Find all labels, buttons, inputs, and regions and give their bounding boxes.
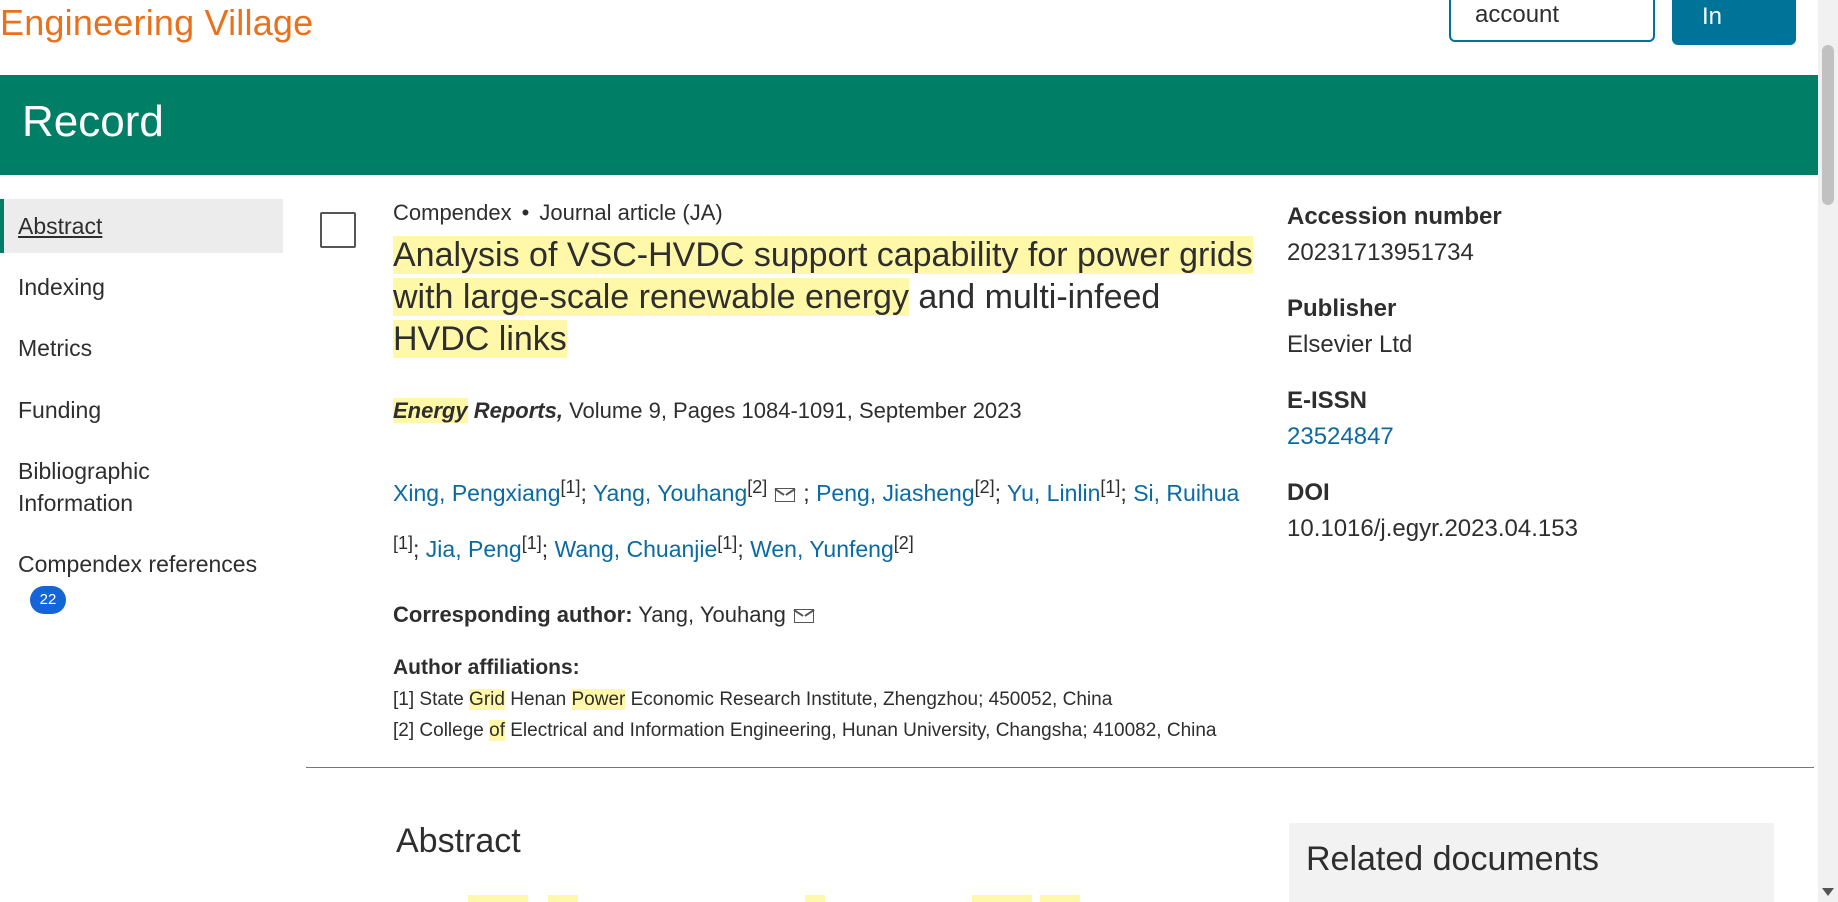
sidebar-item-label: Bibliographic [18,457,150,484]
author-separator: ; [541,536,549,562]
source-title-highlight[interactable]: Energy [393,398,468,423]
source-title[interactable]: Reports, [474,398,563,423]
author-affiliation: [1] [560,477,581,497]
accession-number-value: 20231713951734 [1287,239,1474,266]
select-record-checkbox[interactable] [320,212,356,248]
eissn-link[interactable]: 23524847 [1287,423,1787,451]
mail-icon[interactable] [775,487,796,502]
sidebar-item-indexing[interactable]: Indexing [0,260,283,314]
record-title: Analysis of VSC-HVDC support capability … [393,234,1263,360]
author-link[interactable]: Peng, Jiasheng [816,480,975,506]
sidebar-item-bibliographic[interactable]: Bibliographic Information [0,444,283,530]
section-divider [306,767,1814,768]
record-meta: Compendex • Journal article (JA) [393,200,1263,226]
database-label: Compendex [393,200,512,225]
affiliation-highlight: Grid [469,689,505,710]
record-main: Compendex • Journal article (JA) Analysis … [393,200,1263,746]
page-title: Record [22,97,164,146]
author-affiliation: [1] [393,533,414,553]
author-separator: ; [803,480,810,506]
author-separator: ; [994,480,1002,506]
doc-type-label: Journal article (JA) [539,200,723,225]
author-link[interactable]: Yu, Linlin [1007,480,1100,506]
scrollbar-thumb[interactable] [1822,45,1834,205]
separator-dot-icon: • [521,200,530,225]
author-link[interactable]: Wang, Chuanjie [555,536,718,562]
sign-in-button[interactable]: In [1672,0,1796,45]
related-documents-heading: Related documents [1306,840,1599,878]
author-separator: ; [737,536,744,562]
author-link[interactable]: Yang, Youhang [593,480,747,506]
record-banner: Record [0,75,1818,175]
corresponding-author: Corresponding author: Yang, Youhang [393,602,1263,628]
affiliation-text: Henan [504,689,572,710]
author-separator: ; [413,536,420,562]
source-details: Volume 9, Pages 1084-1091, September 202… [569,398,1022,423]
author-affiliation: [2] [893,533,914,553]
abstract-highlight [468,895,528,902]
title-text: and multi-infeed [908,278,1161,316]
create-account-button[interactable]: account [1449,0,1655,42]
sidebar-item-label: Compendex references [18,551,258,578]
publisher-value: Elsevier Ltd [1287,331,1413,358]
related-documents-panel: Related documents [1289,823,1774,902]
abstract-heading: Abstract [396,822,521,860]
affiliation-list: [1] State Grid Henan Power Economic Rese… [393,684,1263,746]
author-link[interactable]: Si, Ruihua [1133,480,1239,506]
author-affiliation: [2] [974,477,995,497]
author-affiliation: [2] [747,477,768,497]
author-list: Xing, Pengxiang[1]; Yang, Youhang[2]; Pe… [393,462,1263,574]
corresponding-author-name: Yang, Youhang [638,602,786,627]
abstract-highlight [1040,895,1080,902]
abstract-highlight [548,895,578,902]
doi-label: DOI [1287,479,1330,506]
affiliation-text: Electrical and Information Engineering, … [504,720,1217,741]
mail-icon[interactable] [793,609,814,624]
affiliation-text: Economic Research Institute, Zhengzhou; … [625,689,1113,710]
affiliations-heading: Author affiliations: [393,656,580,679]
affiliation-text: [1] State [393,689,470,710]
record-sidebar-nav: Abstract Indexing Metrics Funding Biblio… [0,199,283,625]
scroll-down-icon[interactable] [1822,888,1834,896]
abstract-highlight [805,895,825,902]
sidebar-item-metrics[interactable]: Metrics [0,321,283,375]
affiliation-text: [2] College [393,720,490,741]
doi-value: 10.1016/j.egyr.2023.04.153 [1287,515,1578,542]
source-line: Energy Reports, Volume 9, Pages 1084-109… [393,398,1263,424]
affiliation-item: [1] State Grid Henan Power Economic Rese… [393,684,1263,715]
author-affiliation: [1] [717,533,738,553]
affiliation-highlight: Power [571,689,626,710]
corresponding-author-label: Corresponding author: [393,602,633,627]
author-affiliation: [1] [1100,477,1121,497]
sidebar-item-compendex-references[interactable]: Compendex references 22 [0,537,283,625]
sidebar-item-funding[interactable]: Funding [0,383,283,437]
author-separator: ; [580,480,587,506]
eissn-label: E-ISSN [1287,387,1368,414]
sidebar-item-abstract[interactable]: Abstract [0,199,283,254]
sidebar-item-label: Information [18,489,134,516]
page-scrollbar[interactable] [1818,0,1838,902]
references-count-badge: 22 [30,586,66,615]
top-bar: Engineering Village account In [0,0,1818,75]
accession-number-label: Accession number [1287,203,1502,230]
author-link[interactable]: Jia, Peng [426,536,522,562]
publisher-label: Publisher [1287,295,1397,322]
affiliation-item: [2] College of Electrical and Informatio… [393,715,1263,746]
author-separator: ; [1120,480,1127,506]
site-logo[interactable]: Engineering Village [0,2,313,44]
abstract-highlight [972,895,1032,902]
author-affiliation: [1] [521,533,542,553]
author-link[interactable]: Xing, Pengxiang [393,480,561,506]
affiliation-highlight: of [489,720,505,741]
record-details: Accession number 20231713951734 Publishe… [1287,203,1787,571]
title-highlight: HVDC links [393,320,567,358]
author-link[interactable]: Wen, Yunfeng [750,536,894,562]
